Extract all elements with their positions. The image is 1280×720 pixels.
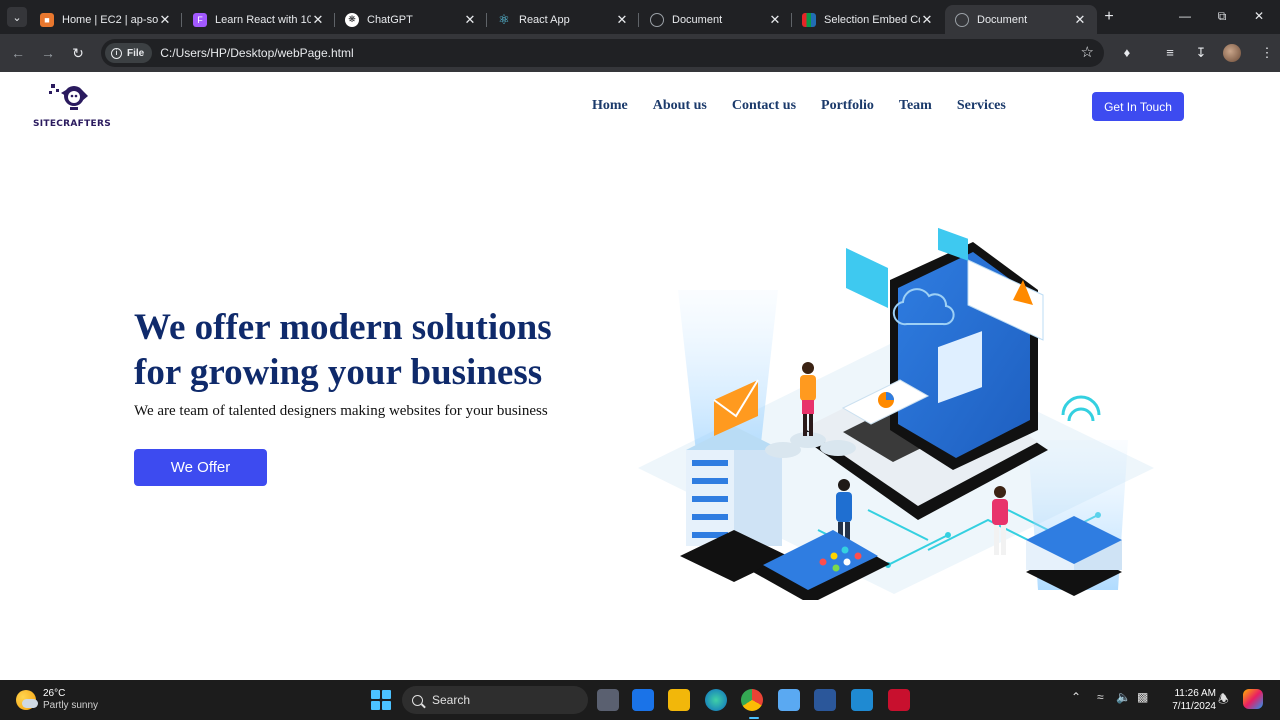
get-in-touch-button[interactable]: Get In Touch [1092,92,1184,121]
show-hidden-icons-chevron-icon[interactable]: ⌃ [1071,690,1081,704]
weather-temp: 26°C [43,688,66,699]
hero-illustration [638,227,1154,600]
tab-title: Home | EC2 | ap-sout [62,13,158,26]
tab-strip: ⌄ ■ Home | EC2 | ap-sout ✕ F Learn React… [0,0,1280,34]
chrome-icon[interactable] [741,689,763,711]
edge-icon[interactable] [705,689,727,711]
nav-services[interactable]: Services [957,98,1006,114]
weather-condition: Partly sunny [43,700,99,711]
notifications-bell-icon[interactable]: 🕭 [1218,690,1229,711]
bookmark-star-icon[interactable]: ☆ [1081,43,1094,61]
tab-document[interactable]: Document ✕ [640,5,792,34]
windows-start-icon[interactable] [371,690,391,710]
nav-home[interactable]: Home [592,98,628,114]
tab-react-app[interactable]: ⚛ React App ✕ [487,5,639,34]
reading-list-icon[interactable]: ≡ [1160,43,1180,63]
extensions-icon[interactable]: ♦ [1117,43,1137,63]
copilot-icon[interactable] [1243,689,1263,709]
hero-title: We offer modern solutions for growing yo… [134,305,604,395]
tab-title: React App [519,13,570,26]
vscode-icon[interactable] [851,689,873,711]
window-close-button[interactable]: ✕ [1249,6,1269,26]
site-info-label: File [127,47,145,59]
battery-icon[interactable]: ▩ [1137,690,1148,704]
logo-text: SITECRAFTERS [32,119,112,129]
close-icon[interactable]: ✕ [920,12,934,28]
weather-widget[interactable]: 26°C Partly sunny [16,688,98,712]
close-icon[interactable]: ✕ [311,12,325,28]
sitecrafters-logo[interactable]: SITECRAFTERS [30,80,114,132]
webpage-viewport: SITECRAFTERS Home About us Contact us Po… [0,72,1280,680]
tab-title: Document [672,13,723,26]
taskbar-search-label: Search [432,693,471,707]
logo-mark-icon [49,84,88,110]
notepad-icon[interactable] [778,689,800,711]
forward-button[interactable]: → [38,43,58,63]
react-icon: ⚛ [498,11,510,27]
close-icon[interactable]: ✕ [615,12,629,28]
nav-contact-us[interactable]: Contact us [732,98,796,114]
address-bar[interactable]: i File C:/Users/HP/Desktop/webPage.html … [101,39,1104,67]
profile-avatar[interactable] [1223,44,1241,62]
minimize-button[interactable]: — [1175,6,1195,26]
new-tab-button[interactable]: + [1100,8,1118,26]
browser-toolbar: ← → ↻ i File C:/Users/HP/Desktop/webPage… [0,34,1280,72]
mail-icon[interactable] [632,689,654,711]
close-icon[interactable]: ✕ [463,12,477,28]
close-icon[interactable]: ✕ [158,12,172,28]
tab-title: ChatGPT [367,13,413,26]
search-icon [412,694,423,706]
hero-title-line-2: for growing your business [134,352,543,393]
windows-taskbar: 26°C Partly sunny Search ⌃ ≈ 🔈 ▩ 11:26 A… [0,680,1280,720]
tab-title: Document [977,13,1028,26]
chatgpt-icon: ❋ [345,12,359,27]
close-icon[interactable]: ✕ [1073,12,1087,28]
mcafee-icon[interactable] [888,689,910,711]
file-explorer-icon[interactable] [668,689,690,711]
reload-button[interactable]: ↻ [68,43,88,63]
info-icon: i [111,47,122,59]
aws-icon: ■ [40,12,54,27]
close-icon[interactable]: ✕ [768,12,782,28]
restore-button[interactable]: ⧉ [1212,6,1232,26]
word-icon[interactable] [814,689,836,711]
volume-muted-icon[interactable]: 🔈 [1116,690,1131,704]
system-clock[interactable]: 11:26 AM 7/11/2024 [1160,687,1216,713]
taskbar-search[interactable]: Search [402,686,588,714]
tab-document-active[interactable]: Document ✕ [945,5,1097,34]
tab-title: Learn React with 10 P [215,13,311,26]
task-view-icon[interactable] [597,689,619,711]
nav-about-us[interactable]: About us [653,98,707,114]
tab-aws[interactable]: ■ Home | EC2 | ap-sout ✕ [30,5,182,34]
figma-icon: F [193,12,207,27]
hero-title-line-1: We offer modern solutions [134,307,552,348]
downloads-icon[interactable]: ↧ [1191,43,1211,63]
globe-icon [650,12,664,27]
clock-time: 11:26 AM [1174,688,1216,699]
nav-portfolio[interactable]: Portfolio [821,98,874,114]
we-offer-button[interactable]: We Offer [134,449,267,486]
tab-search-button[interactable]: ⌄ [7,7,27,27]
url-text[interactable]: C:/Users/HP/Desktop/webPage.html [160,46,353,60]
globe-icon [955,12,969,27]
zoho-icon [802,12,816,27]
tab-chatgpt[interactable]: ❋ ChatGPT ✕ [335,5,487,34]
tab-figma[interactable]: F Learn React with 10 P ✕ [183,5,335,34]
tab-title: Selection Embed Cod [824,13,920,26]
tab-selection-embed[interactable]: Selection Embed Cod ✕ [792,5,944,34]
menu-kebab-icon[interactable]: ⋮ [1257,43,1277,63]
hero-subtitle: We are team of talented designers making… [134,403,548,419]
clock-date: 7/11/2024 [1172,701,1216,712]
site-info-chip[interactable]: i File [105,43,153,63]
back-button[interactable]: ← [8,43,28,63]
nav-team[interactable]: Team [899,98,932,114]
partly-sunny-icon [16,690,38,710]
chrome-active-indicator [749,717,759,719]
main-nav: Home About us Contact us Portfolio Team … [592,98,1031,114]
wifi-icon[interactable]: ≈ [1097,690,1104,704]
